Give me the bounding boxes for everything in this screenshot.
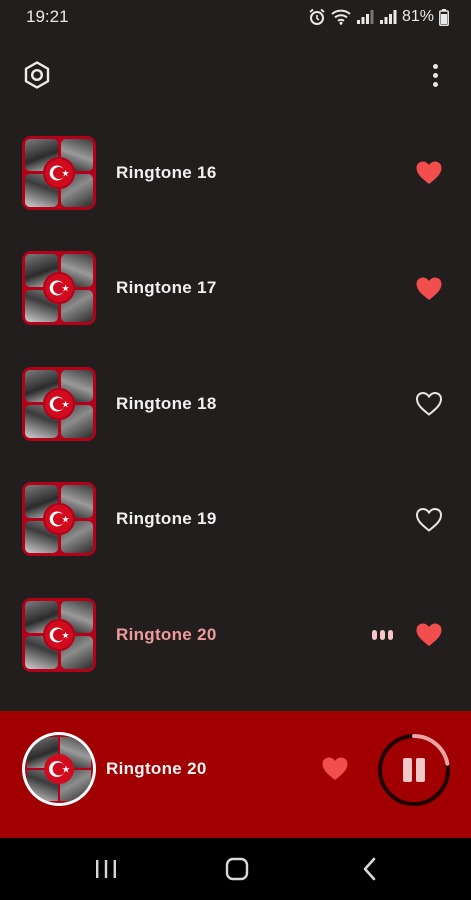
ringtone-title: Ringtone 20 <box>116 624 217 644</box>
turkish-flag-icon <box>44 754 74 784</box>
ringtone-thumbnail <box>22 366 96 441</box>
alarm-icon <box>309 8 325 25</box>
player-title: Ringtone 20 <box>106 759 207 778</box>
more-vert-icon <box>432 63 438 69</box>
settings-icon <box>24 61 50 89</box>
favorite-button[interactable] <box>413 273 445 303</box>
player-bar[interactable]: Ringtone 20 <box>0 711 471 838</box>
back-icon <box>363 857 376 881</box>
pause-button[interactable] <box>376 732 452 808</box>
turkish-flag-icon <box>43 156 75 189</box>
settings-button[interactable] <box>20 58 54 92</box>
ringtone-row[interactable]: Ringtone 16 <box>0 115 471 231</box>
turkish-flag-icon <box>43 503 75 536</box>
more-options-button[interactable] <box>423 58 447 92</box>
battery-icon <box>439 8 449 26</box>
ringtone-title: Ringtone 19 <box>116 509 217 529</box>
signal-icon <box>356 10 374 24</box>
home-icon <box>225 857 249 881</box>
heart-filled-icon <box>416 277 442 300</box>
home-button[interactable] <box>217 852 257 886</box>
status-time: 19:21 <box>26 7 69 26</box>
favorite-button[interactable] <box>413 504 445 534</box>
ringtone-row[interactable]: Ringtone 19 <box>0 462 471 578</box>
turkish-flag-icon <box>43 387 75 420</box>
ringtone-title: Ringtone 18 <box>116 393 217 413</box>
wifi-icon <box>331 9 351 25</box>
back-button[interactable] <box>350 852 390 886</box>
now-playing-indicator-icon <box>372 629 393 640</box>
turkish-flag-icon <box>43 618 75 651</box>
ringtone-thumbnail <box>22 251 96 326</box>
heart-filled-icon <box>416 623 442 647</box>
favorite-button[interactable] <box>413 620 445 650</box>
ringtone-thumbnail <box>22 482 96 557</box>
signal-icon <box>379 10 397 24</box>
ringtone-row[interactable]: Ringtone 20 <box>0 577 471 693</box>
ringtone-title: Ringtone 17 <box>116 278 217 298</box>
recent-apps-button[interactable] <box>86 852 126 886</box>
heart-filled-icon <box>416 161 442 185</box>
recent-apps-icon <box>96 860 116 878</box>
favorite-button[interactable] <box>413 158 445 188</box>
ringtone-row[interactable]: Ringtone 18 <box>0 346 471 462</box>
top-bar <box>0 52 471 98</box>
heart-filled-icon <box>322 757 348 780</box>
player-favorite-button[interactable] <box>319 753 351 783</box>
ringtone-list: Ringtone 16 Ringtone 17 Ringtone 18 Rington… <box>0 115 471 693</box>
ringtone-thumbnail <box>22 135 96 210</box>
battery-percent: 81% <box>401 8 434 25</box>
turkish-flag-icon <box>43 272 75 305</box>
heart-outline-icon <box>415 392 443 417</box>
ringtone-row[interactable]: Ringtone 17 <box>0 231 471 347</box>
pause-icon <box>403 758 425 782</box>
favorite-button[interactable] <box>413 389 445 419</box>
ringtone-title: Ringtone 16 <box>116 162 217 182</box>
player-album-art <box>22 732 96 806</box>
heart-outline-icon <box>415 507 443 532</box>
status-bar: 19:21 81% <box>0 0 471 34</box>
navigation-bar <box>0 838 471 900</box>
status-icons: 81% <box>308 8 449 26</box>
ringtone-thumbnail <box>22 597 96 672</box>
